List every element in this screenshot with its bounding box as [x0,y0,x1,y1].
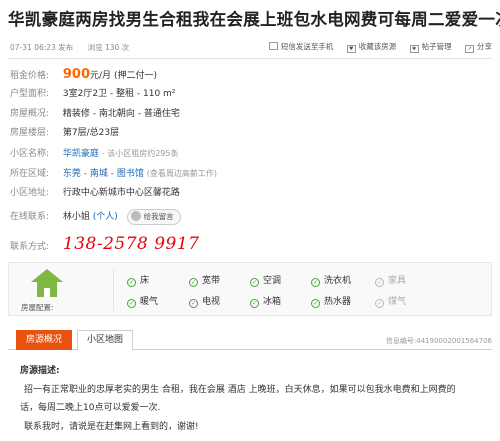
contact-type-tag: (个人) [92,211,118,222]
overview-row: 房屋概况: 精装修 - 南北朝向 - 普通住宅 [10,105,490,125]
check-icon: ✓ [189,299,198,308]
divider [8,58,492,59]
contact-name: 林小姐 [62,211,90,222]
check-icon: ✓ [375,278,384,287]
layout-label: 户型面积: [10,88,50,99]
community-rentals-link[interactable]: - 该小区租房约295条 [102,149,179,158]
publish-date: 07-31 06:23 发布 [10,43,74,52]
check-icon: ✓ [127,299,136,308]
house-icon [31,269,63,297]
floor-label: 房屋楼层: [10,128,50,139]
favorite-button[interactable]: ♥ 收藏该房源 [346,42,397,53]
community-label: 小区名称: [10,149,50,160]
tab-community-map[interactable]: 小区地图 [77,330,133,350]
description-line: 联系我时，请说是在赶集网上看到的，谢谢! [24,421,199,432]
floor-value: 第7层/总23层 [62,128,120,139]
facility-item-unavailable: ✓ 煤气 [375,294,406,308]
listing-code: 信息编号:44190002001564706 [385,337,492,345]
description: 房源描述: 招一有正常职业的忠厚老实的男生 合租，我在会展 酒店 上晚班，白天休… [20,362,490,436]
share-label: 分享 [477,42,492,51]
share-icon: ↗ [465,45,474,53]
facility-item: ✓ 洗衣机 [311,273,351,287]
facility-name: 洗衣机 [324,276,352,286]
facility-item: ✓ 床 [127,273,149,287]
facility-name: 床 [140,276,150,286]
facility-name: 空调 [263,276,282,286]
description-line: 招一有正常职业的忠厚老实的男生 合租，我在会展 酒店 上晚班，白天休息，如果可以… [24,384,456,395]
facility-name: 煤气 [388,297,407,307]
contact-label: 在线联系: [10,211,50,222]
facilities-panel: 房屋配置: ✓ 床 ✓ 宽带 ✓ 空调 ✓ 洗衣机 ✓ 家具 ✓ 暖气 ✓ 电视 ✓ 冰箱 ✓ 热… [8,262,492,316]
facility-name: 宽带 [202,276,221,286]
overview-value: 精装修 - 南北朝向 - 普通住宅 [62,108,180,119]
phone-number: 138-2578 9917 [62,234,200,255]
rent-value: 900 [62,67,91,82]
rent-row: 租金价格: 900元/月 (押二付一) [10,65,490,85]
address-value: 行政中心新城市中心区馨花路 [62,187,180,198]
check-icon: ✓ [375,299,384,308]
send-to-phone-label: 短信发送至手机 [280,42,334,51]
phone-row: 联系方式: 138-2578 9917 [10,231,490,257]
facility-name: 冰箱 [263,297,282,307]
leave-message-button[interactable]: 给我留言 [126,208,181,225]
share-button[interactable]: ↗ 分享 [465,42,492,53]
nearby-jobs-link[interactable]: (查看周边高薪工作) [147,169,217,178]
detail-tabs: 房源概况 小区地图 信息编号:44190002001564706 [8,329,492,350]
heart-icon: ♥ [346,45,356,53]
facilities-label: 房屋配置: [21,303,54,312]
contact-row: 在线联系: 林小姐 (个人) 给我留言 [10,208,490,228]
layout-row: 户型面积: 3室2厅2卫 - 整租 - 110 m² [10,85,490,105]
listing-info: 租金价格: 900元/月 (押二付一) 户型面积: 3室2厅2卫 - 整租 - … [10,65,490,257]
overview-label: 房屋概况: [10,108,50,119]
floor-row: 房屋楼层: 第7层/总23层 [10,124,490,144]
facility-name: 家具 [388,276,407,286]
post-manage-label: 帖子管理 [421,42,452,51]
meta-bar: 07-31 06:23 发布 浏览 130 次 短信发送至手机 ♥ 收藏该房源 ✱… [10,40,492,54]
description-line: 话，每周二晚上10点可以爱爱一次. [20,403,161,413]
facility-item: ✓ 电视 [189,294,220,308]
view-count: 浏览 130 次 [87,43,130,52]
facility-name: 暖气 [140,297,159,307]
address-row: 小区地址: 行政中心新城市中心区馨花路 [10,184,490,204]
check-icon: ✓ [311,278,320,287]
facility-item: ✓ 宽带 [189,273,220,287]
tab-overview[interactable]: 房源概况 [16,330,72,350]
area-label: 所在区域: [10,168,50,179]
gear-icon: ✱ [409,45,419,53]
leave-message-label: 给我留言 [143,211,174,221]
check-icon: ✓ [127,278,136,287]
avatar-icon [130,210,141,221]
facility-item: ✓ 冰箱 [250,294,281,308]
facility-item: ✓ 暖气 [127,294,158,308]
description-heading: 房源描述: [20,366,60,376]
facility-item: ✓ 空调 [250,273,281,287]
check-icon: ✓ [311,299,320,308]
check-icon: ✓ [250,299,259,308]
community-row: 小区名称: 华凯豪庭 - 该小区租房约295条 [10,144,490,164]
check-icon: ✓ [250,278,259,287]
rent-unit: 元/月 [90,71,112,81]
rent-note: (押二付一) [113,71,157,81]
community-link[interactable]: 华凯豪庭 [63,149,99,159]
facility-item: ✓ 热水器 [311,294,351,308]
send-to-phone-button[interactable]: 短信发送至手机 [268,42,334,51]
facility-name: 电视 [202,297,221,307]
check-icon: ✓ [189,278,198,287]
facility-item-unavailable: ✓ 家具 [375,273,406,287]
address-label: 小区地址: [10,187,50,198]
divider [113,269,114,311]
area-link[interactable]: 东莞 - 南城 - 图书馆 [63,169,144,179]
phone-icon [268,42,278,50]
phone-label: 联系方式: [10,242,50,253]
facility-name: 热水器 [324,297,352,307]
listing-title: 华凯豪庭两房找男生合租我在会展上班包水电网费可每周二爱爱一次 [8,10,500,29]
area-row: 所在区域: 东莞 - 南城 - 图书馆 (查看周边高薪工作) [10,164,490,184]
layout-value: 3室2厅2卫 - 整租 - 110 m² [62,88,176,99]
favorite-label: 收藏该房源 [358,42,397,51]
post-manage-button[interactable]: ✱ 帖子管理 [409,42,452,53]
